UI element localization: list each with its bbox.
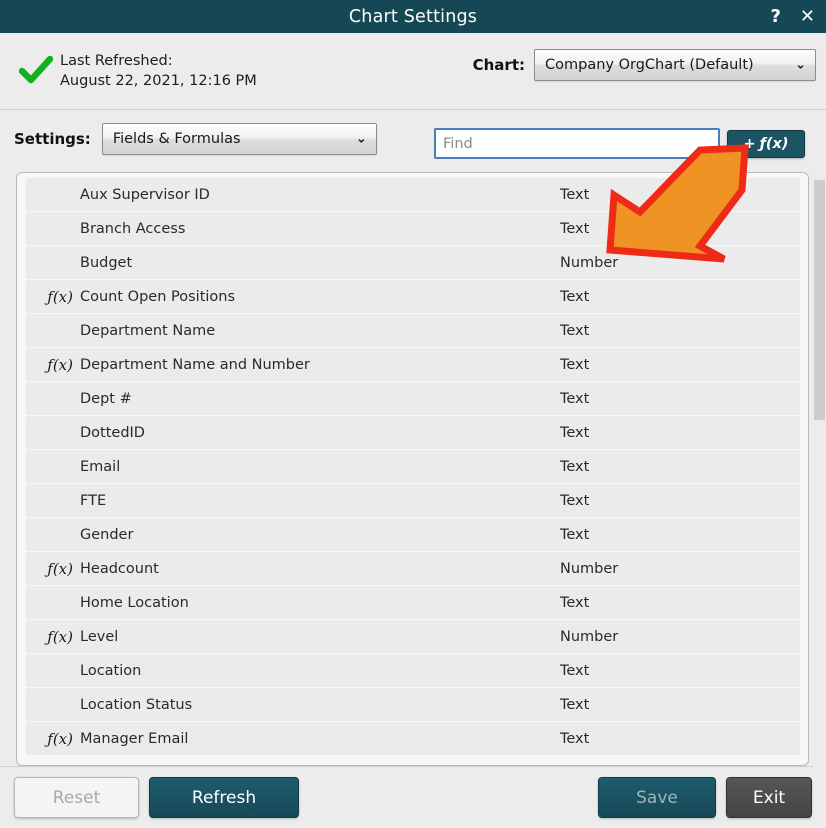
formula-icon: ƒ(x)	[47, 729, 73, 748]
field-name: Location Status	[80, 696, 193, 713]
refresh-status-row: Last Refreshed: August 22, 2021, 12:16 P…	[0, 33, 826, 110]
field-name: DottedID	[80, 424, 145, 441]
field-type: Text	[560, 526, 590, 543]
field-type: Text	[560, 696, 590, 713]
reset-button[interactable]: Reset	[14, 777, 139, 818]
table-row[interactable]: ƒ(x) Manager Email Text	[26, 722, 800, 755]
formula-icon: ƒ(x)	[47, 627, 73, 646]
add-formula-plus: +	[743, 136, 756, 152]
field-name: Email	[80, 458, 121, 475]
last-refreshed-label: Last Refreshed:	[60, 53, 173, 69]
table-row[interactable]: ƒ(x) Level Number	[26, 620, 800, 653]
settings-dropdown[interactable]: Fields & Formulas ⌄	[101, 123, 377, 155]
green-check-icon	[14, 56, 58, 86]
field-name: Dept #	[80, 390, 132, 407]
field-name: Branch Access	[80, 220, 186, 237]
table-row[interactable]: Dept # Text	[26, 382, 800, 415]
chart-settings-dialog: Chart Settings ? ✕ Last Refreshed: Augus…	[0, 0, 826, 828]
chevron-down-icon: ⌄	[355, 131, 367, 147]
field-name: Home Location	[80, 594, 189, 611]
field-type: Text	[560, 424, 590, 441]
field-type: Number	[560, 560, 619, 577]
field-name: Level	[80, 628, 119, 645]
last-refreshed-value: August 22, 2021, 12:16 PM	[60, 73, 257, 89]
field-type: Text	[560, 356, 590, 373]
help-icon[interactable]: ?	[767, 6, 783, 28]
field-type: Text	[560, 594, 590, 611]
window-scrollbar-thumb[interactable]	[814, 180, 825, 420]
find-input[interactable]	[434, 128, 720, 159]
formula-icon: ƒ(x)	[47, 355, 73, 374]
window-controls: ? ✕	[767, 0, 818, 33]
fields-list[interactable]: Aux Supervisor ID Text Branch Access Text Bu…	[17, 178, 808, 765]
chart-dropdown-value: Company OrgChart (Default)	[545, 57, 754, 73]
field-type: Text	[560, 458, 590, 475]
field-name: Department Name	[80, 322, 216, 339]
table-row[interactable]: ƒ(x) Department Name and Number Text	[26, 348, 800, 381]
table-row[interactable]: Location Status Text	[26, 688, 800, 721]
refresh-button[interactable]: Refresh	[149, 777, 299, 818]
footer-bar: Reset Refresh Save Exit	[0, 766, 826, 828]
field-type: Text	[560, 390, 590, 407]
window-scrollbar[interactable]	[813, 178, 826, 768]
save-button-label: Save	[636, 787, 678, 808]
chevron-down-icon: ⌄	[795, 57, 806, 73]
table-row[interactable]: Gender Text	[26, 518, 800, 551]
table-row[interactable]: ƒ(x) Headcount Number	[26, 552, 800, 585]
field-type: Text	[560, 730, 590, 747]
exit-button[interactable]: Exit	[726, 777, 812, 818]
formula-icon: ƒ(x)	[47, 287, 73, 306]
chart-selector-group: Chart: Company OrgChart (Default) ⌄	[473, 49, 816, 81]
table-row[interactable]: Email Text	[26, 450, 800, 483]
field-name: Location	[80, 662, 142, 679]
field-type: Number	[560, 254, 619, 271]
save-button[interactable]: Save	[598, 777, 716, 818]
title-bar: Chart Settings ? ✕	[0, 0, 826, 33]
settings-label: Settings:	[14, 130, 91, 148]
table-row[interactable]: Home Location Text	[26, 586, 800, 619]
table-row[interactable]: Aux Supervisor ID Text	[26, 178, 800, 211]
field-type: Text	[560, 662, 590, 679]
table-row[interactable]: Budget Number	[26, 246, 800, 279]
field-type: Text	[560, 220, 590, 237]
add-formula-fx-icon: ƒ(x)	[759, 136, 789, 152]
table-row[interactable]: Department Name Text	[26, 314, 800, 347]
field-name: Budget	[80, 254, 133, 271]
fields-list-panel: Aux Supervisor ID Text Branch Access Text Bu…	[16, 172, 809, 766]
add-formula-button[interactable]: + ƒ(x)	[727, 130, 805, 158]
field-name: Gender	[80, 526, 134, 543]
table-row[interactable]: Location Text	[26, 654, 800, 687]
settings-dropdown-value: Fields & Formulas	[112, 131, 241, 147]
last-refreshed-block: Last Refreshed: August 22, 2021, 12:16 P…	[60, 53, 257, 89]
field-name: FTE	[80, 492, 107, 509]
table-row[interactable]: ƒ(x) Count Open Positions Text	[26, 280, 800, 313]
table-row[interactable]: FTE Text	[26, 484, 800, 517]
formula-icon: ƒ(x)	[47, 559, 73, 578]
reset-button-label: Reset	[52, 787, 101, 808]
field-type: Number	[560, 628, 619, 645]
field-name: Department Name and Number	[80, 356, 310, 373]
field-name: Headcount	[80, 560, 159, 577]
field-type: Text	[560, 492, 590, 509]
exit-button-label: Exit	[752, 787, 786, 808]
field-name: Manager Email	[80, 730, 189, 747]
chart-label: Chart:	[472, 56, 525, 74]
field-type: Text	[560, 186, 590, 203]
table-row[interactable]: DottedID Text	[26, 416, 800, 449]
table-row[interactable]: Branch Access Text	[26, 212, 800, 245]
close-icon[interactable]: ✕	[797, 6, 818, 28]
field-type: Text	[560, 288, 590, 305]
field-name: Count Open Positions	[80, 288, 236, 305]
field-name: Aux Supervisor ID	[80, 186, 210, 203]
refresh-button-label: Refresh	[191, 787, 257, 808]
page-title: Chart Settings	[348, 6, 478, 27]
field-type: Text	[560, 322, 590, 339]
chart-dropdown[interactable]: Company OrgChart (Default) ⌄	[534, 49, 816, 81]
